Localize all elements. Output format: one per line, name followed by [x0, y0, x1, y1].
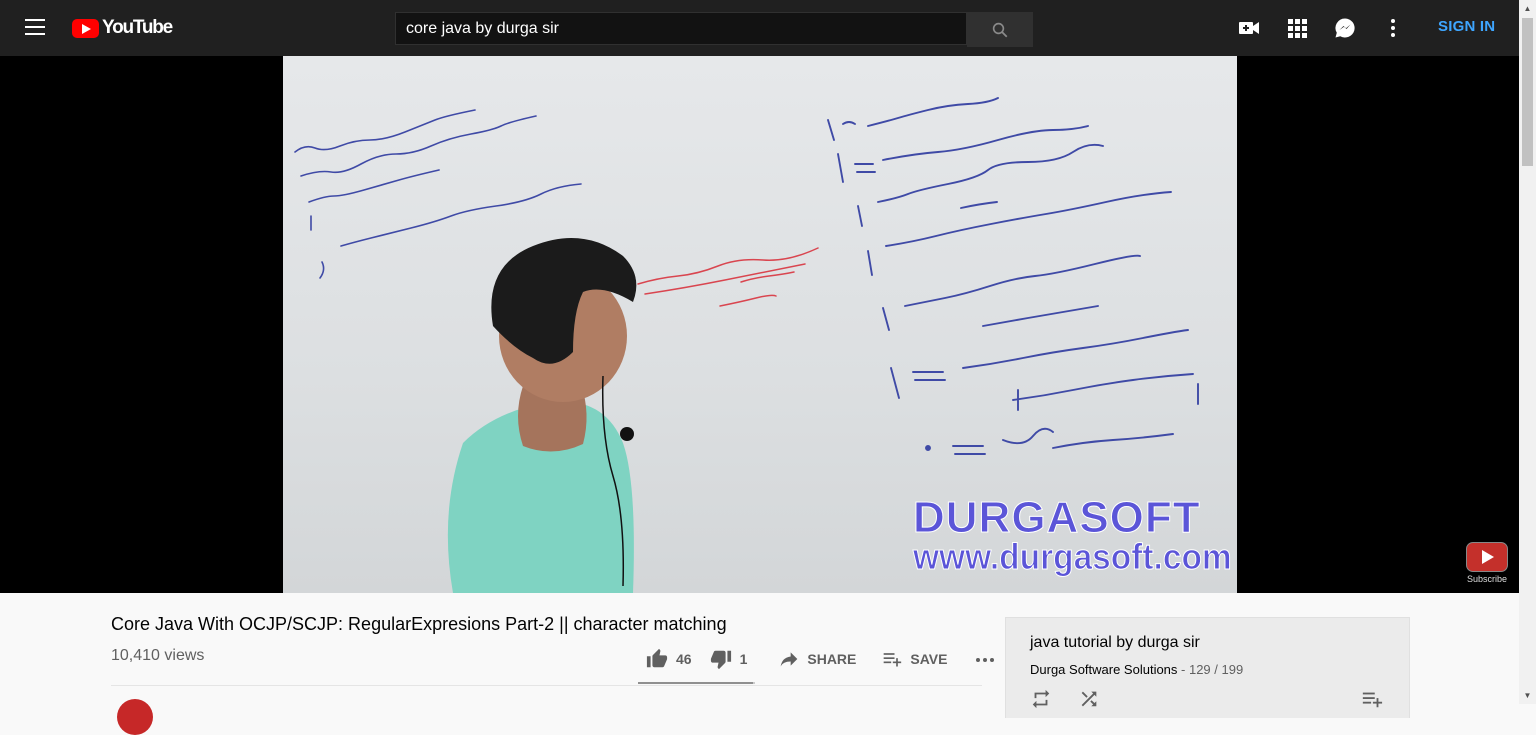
video-player[interactable]: DURGASOFT www.durgasoft.com Subscribe: [0, 56, 1519, 593]
presenter: [447, 238, 637, 593]
shuffle-icon[interactable]: [1078, 688, 1100, 710]
playlist-meta: Durga Software Solutions - 129 / 199: [1030, 662, 1243, 677]
thumb-up-icon: [646, 648, 668, 668]
video-frame[interactable]: DURGASOFT www.durgasoft.com: [283, 56, 1237, 593]
share-label: SHARE: [807, 651, 857, 667]
sentiment-bar-fill: [638, 682, 753, 684]
share-icon: [781, 652, 798, 667]
search-button[interactable]: [967, 12, 1033, 47]
subscribe-icon: [1466, 542, 1508, 572]
thumb-down-icon: [710, 650, 731, 670]
info-divider: [111, 685, 982, 686]
subscribe-watermark[interactable]: Subscribe: [1466, 542, 1508, 584]
apps-grid-icon[interactable]: [1285, 16, 1309, 40]
subscribe-label: Subscribe: [1466, 574, 1508, 584]
playlist-panel: java tutorial by durga sir Durga Softwar…: [1005, 617, 1410, 718]
menu-icon[interactable]: [25, 19, 45, 37]
playlist-channel[interactable]: Durga Software Solutions: [1030, 662, 1177, 677]
add-to-playlist-icon[interactable]: [1361, 688, 1383, 710]
loop-icon[interactable]: [1030, 688, 1052, 710]
like-count: 46: [676, 651, 692, 667]
masthead: YouTube SIGN IN: [0, 0, 1519, 56]
more-horiz-icon: [976, 658, 995, 662]
messages-icon[interactable]: [1333, 16, 1357, 40]
more-vert-icon[interactable]: [1381, 16, 1405, 40]
watermark-url: www.durgasoft.com: [913, 536, 1233, 577]
search-box: [395, 12, 1033, 47]
create-video-icon[interactable]: [1237, 16, 1261, 40]
save-button[interactable]: SAVE: [882, 649, 947, 669]
page-scrollbar[interactable]: ▲ ▼: [1519, 0, 1536, 704]
scroll-up-icon[interactable]: ▲: [1519, 0, 1536, 17]
playlist-add-icon: [884, 653, 902, 667]
search-icon: [992, 22, 1008, 37]
youtube-play-icon: [72, 18, 99, 38]
dislike-count: 1: [739, 651, 748, 667]
playlist-title[interactable]: java tutorial by durga sir: [1030, 634, 1200, 652]
save-label: SAVE: [910, 651, 948, 667]
share-button[interactable]: SHARE: [779, 649, 856, 669]
sign-in-button[interactable]: SIGN IN: [1430, 18, 1503, 35]
playlist-position: - 129 / 199: [1177, 662, 1244, 677]
youtube-logo[interactable]: YouTube: [72, 17, 173, 39]
view-count: 10,410 views: [111, 647, 205, 664]
video-actions: 46 1 SHARE SAVE: [646, 647, 1005, 671]
logo-text: YouTube: [102, 17, 173, 38]
scroll-down-icon[interactable]: ▼: [1519, 687, 1536, 704]
watermark-title: DURGASOFT: [913, 493, 1201, 542]
channel-avatar[interactable]: [117, 699, 153, 735]
search-input[interactable]: [395, 12, 967, 45]
scrollbar-thumb[interactable]: [1522, 18, 1533, 166]
like-button[interactable]: 46: [646, 648, 692, 670]
video-title: Core Java With OCJP/SCJP: RegularExpresi…: [111, 614, 727, 634]
dislike-button[interactable]: 1: [710, 648, 748, 670]
more-actions-button[interactable]: [973, 647, 1005, 671]
sentiment-bar: [638, 682, 755, 684]
